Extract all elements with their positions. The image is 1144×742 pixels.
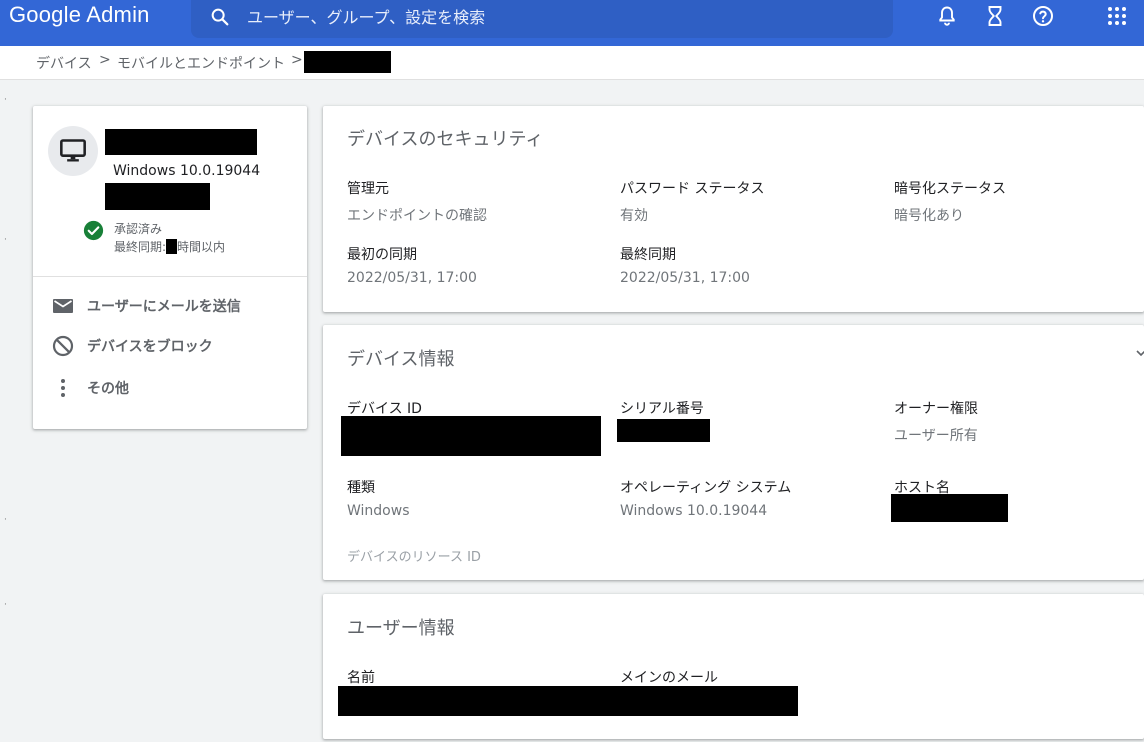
redacted-device-name (304, 51, 391, 73)
redacted-serial-number (617, 419, 710, 442)
more-actions-button[interactable]: その他 (51, 374, 311, 402)
user-info-card: ユーザー情報 名前 メインのメール (323, 594, 1144, 739)
field-value: 2022/05/31, 17:00 (620, 270, 750, 286)
block-icon (52, 335, 74, 357)
edge-mark: · (4, 600, 7, 610)
app-logo[interactable]: Google Admin (9, 2, 150, 28)
field-label: デバイス ID (347, 401, 422, 417)
card-title: デバイス情報 (347, 349, 455, 370)
redacted-device-name (105, 129, 257, 155)
field-label: 管理元 (347, 181, 389, 197)
edge-mark: · (4, 95, 7, 105)
device-security-card: デバイスのセキュリティ 管理元 エンドポイントの確認 パスワード ステータス 有… (323, 106, 1144, 312)
field-value: エンドポイントの確認 (347, 208, 487, 224)
block-device-label: デバイスをブロック (87, 339, 213, 355)
resource-id-label: デバイスのリソース ID (347, 550, 481, 565)
field-label: パスワード ステータス (620, 181, 765, 197)
field-value: Windows 10.0.19044 (620, 503, 768, 519)
block-device-button[interactable]: デバイスをブロック (51, 332, 311, 360)
email-user-button[interactable]: ユーザーにメールを送信 (51, 292, 311, 320)
field-label: オペレーティング システム (620, 480, 792, 496)
last-sync-suffix: 時間以内 (177, 240, 226, 254)
field-value: Windows (347, 503, 410, 519)
field-label: 名前 (347, 670, 375, 686)
device-os-version: Windows 10.0.19044 (113, 163, 261, 179)
bell-icon[interactable] (935, 4, 959, 28)
breadcrumb-separator: > (291, 52, 303, 68)
chevron-down-icon[interactable] (1135, 347, 1144, 359)
mail-icon (53, 299, 73, 313)
desktop-icon (60, 139, 86, 162)
field-value: ユーザー所有 (894, 428, 978, 444)
card-title: デバイスのセキュリティ (347, 129, 544, 150)
breadcrumb-devices[interactable]: デバイス (36, 53, 92, 73)
device-avatar (48, 126, 98, 176)
check-circle-icon (83, 220, 104, 241)
hourglass-icon[interactable] (983, 4, 1007, 28)
redacted-device-id (341, 416, 601, 456)
breadcrumb-mobile-endpoints[interactable]: モバイルとエンドポイント (117, 53, 285, 73)
field-label: シリアル番号 (620, 401, 704, 417)
divider (33, 276, 307, 277)
top-app-bar: Google Admin (0, 0, 1144, 46)
more-actions-label: その他 (87, 381, 129, 397)
field-label: 種類 (347, 480, 375, 496)
more-vert-icon (61, 379, 65, 397)
field-label: メインのメール (620, 670, 718, 686)
field-label: オーナー権限 (894, 401, 978, 417)
card-title: ユーザー情報 (347, 618, 455, 639)
breadcrumb: デバイス > モバイルとエンドポイント > (0, 46, 1144, 80)
redacted-hostname (891, 494, 1008, 522)
status-badge: 承認済み (114, 222, 163, 236)
edge-mark: · (4, 515, 7, 525)
edge-mark: · (4, 235, 7, 245)
field-label: 最終同期 (620, 247, 676, 263)
search-icon[interactable] (209, 6, 231, 28)
field-value: 2022/05/31, 17:00 (347, 270, 477, 286)
field-value: 有効 (620, 208, 648, 224)
help-icon[interactable] (1031, 4, 1055, 28)
redacted-device-model (105, 183, 210, 210)
field-label: 最初の同期 (347, 247, 417, 263)
field-value: 暗号化あり (894, 208, 964, 224)
device-info-card: デバイス情報 デバイス ID シリアル番号 オーナー権限 ユーザー所有 種類 W… (323, 325, 1144, 580)
search-bar[interactable] (191, 0, 893, 38)
field-label: 暗号化ステータス (894, 181, 1006, 197)
apps-grid-icon[interactable] (1105, 4, 1129, 28)
last-sync-prefix: 最終同期: (114, 240, 167, 254)
redacted-sync-hours (166, 239, 178, 254)
device-summary-card: Windows 10.0.19044 承認済み 最終同期: 時間以内 ユーザーにメ… (33, 106, 307, 429)
breadcrumb-separator: > (99, 52, 111, 68)
redacted-user-details (338, 686, 798, 716)
last-sync-text: 最終同期: 時間以内 (114, 238, 225, 255)
email-user-label: ユーザーにメールを送信 (87, 299, 241, 315)
search-input[interactable] (247, 4, 867, 30)
